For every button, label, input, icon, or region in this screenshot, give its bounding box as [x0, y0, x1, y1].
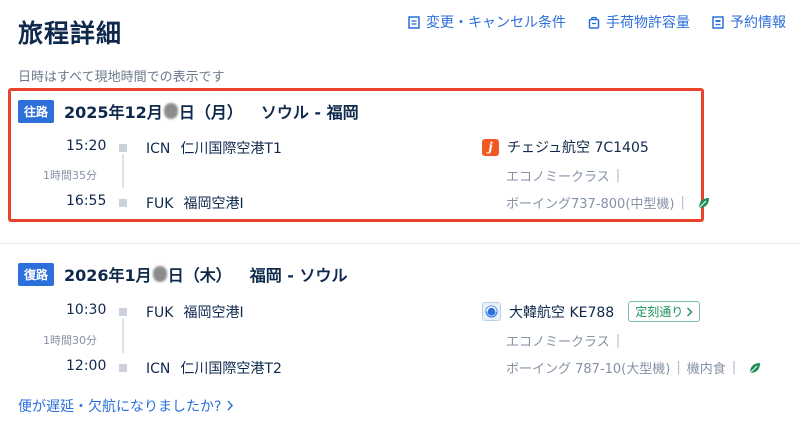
arrival-dot [119, 364, 127, 372]
ontime-label: 定刻通り [635, 305, 684, 319]
segment-divider [0, 243, 800, 244]
arrival-dot [119, 199, 127, 207]
return-arrival-airport: ICN 仁川国際空港T2 [146, 358, 282, 378]
return-cabin: エコノミークラス [506, 335, 610, 350]
redacted-mark [152, 266, 167, 282]
airport-name: 仁川国際空港T2 [180, 361, 282, 377]
return-date-prefix: 2026年1月 [64, 266, 152, 285]
change-cancel-link[interactable]: 変更・キャンセル条件 [408, 12, 566, 32]
eco-leaf-icon [698, 197, 709, 208]
outbound-cabin: エコノミークラス [506, 170, 610, 185]
return-cabin-row: エコノミークラス | [506, 331, 626, 350]
outbound-date: 2025年12月 日（月） ソウル - 福岡 [64, 99, 359, 123]
baggage-allowance-label: 手荷物許容量 [606, 15, 690, 31]
outbound-aircraft: ボーイング737-800(中型機) [506, 197, 675, 212]
timezone-note: 日時はすべて現地時間での表示です [18, 70, 225, 85]
redacted-mark [163, 103, 178, 119]
airport-code: ICN [146, 361, 171, 377]
korean-air-logo-icon [482, 302, 501, 321]
return-aircraft-row: ボーイング 787-10(大型機) | 機内食 | [506, 358, 762, 377]
departure-dot [119, 308, 127, 316]
outbound-departure-airport: ICN 仁川国際空港T1 [146, 138, 282, 158]
timeline-line [122, 154, 124, 188]
return-arrival-time: 12:00 [66, 358, 107, 374]
separator: | [615, 333, 621, 348]
return-date: 2026年1月 日（木） 福岡 - ソウル [64, 262, 348, 286]
flight-delay-link[interactable]: 便が遅延・欠航になりましたか? [18, 396, 234, 416]
airport-name: 福岡空港I [183, 196, 244, 212]
ontime-badge[interactable]: 定刻通り [628, 301, 701, 322]
eco-leaf-icon [749, 362, 761, 373]
receipt-icon [712, 15, 724, 29]
airport-code: ICN [146, 141, 171, 157]
outbound-flight-name: チェジュ航空 7C1405 [507, 140, 649, 156]
change-cancel-label: 変更・キャンセル条件 [426, 15, 566, 31]
departure-dot [119, 144, 127, 152]
booking-info-link[interactable]: 予約情報 [712, 12, 786, 32]
airport-code: FUK [146, 196, 174, 212]
outbound-duration: 1時間35分 [43, 169, 97, 182]
return-badge: 復路 [18, 262, 55, 286]
return-airline: 大韓航空 KE788 定刻通り [482, 301, 701, 322]
airport-name: 仁川国際空港T1 [180, 141, 282, 157]
separator: | [676, 360, 681, 375]
airport-code: FUK [146, 305, 174, 321]
outbound-date-suffix: 日（月） [178, 103, 243, 122]
booking-info-label: 予約情報 [730, 15, 786, 31]
jeju-air-logo-icon: j [482, 138, 499, 156]
outbound-date-prefix: 2025年12月 [64, 103, 163, 122]
outbound-badge: 往路 [18, 99, 55, 123]
chevron-right-icon [227, 400, 233, 411]
document-icon [408, 15, 420, 29]
return-departure-time: 10:30 [66, 302, 107, 318]
separator: | [731, 360, 737, 375]
outbound-arrival-time: 16:55 [66, 193, 107, 209]
outbound-segment: 往路 2025年12月 日（月） ソウル - 福岡 15:20 1時間35分 16… [18, 92, 800, 227]
outbound-aircraft-row: ボーイング737-800(中型機) | [506, 193, 711, 212]
chevron-right-icon [687, 307, 693, 316]
outbound-cabin-row: エコノミークラス | [506, 166, 626, 185]
outbound-route: ソウル - 福岡 [260, 103, 359, 122]
outbound-departure-time: 15:20 [66, 138, 107, 154]
return-departure-airport: FUK 福岡空港I [146, 302, 244, 322]
outbound-airline: j チェジュ航空 7C1405 [482, 137, 649, 157]
separator: | [615, 168, 621, 183]
page-title: 旅程詳細 [18, 19, 123, 48]
airport-name: 福岡空港I [183, 305, 244, 321]
separator: | [680, 195, 685, 210]
return-route: 福岡 - ソウル [249, 266, 348, 285]
outbound-arrival-airport: FUK 福岡空港I [146, 193, 244, 213]
return-segment: 復路 2026年1月 日（木） 福岡 - ソウル 10:30 1時間30分 12:… [18, 262, 800, 387]
header-links: 変更・キャンセル条件 手荷物許容量 予約情報 [408, 12, 786, 32]
baggage-allowance-link[interactable]: 手荷物許容量 [588, 12, 690, 32]
return-date-suffix: 日（木） [167, 266, 232, 285]
return-aircraft: ボーイング 787-10(大型機) [506, 362, 671, 377]
luggage-icon [588, 16, 600, 29]
return-flight-name: 大韓航空 KE788 [509, 304, 615, 321]
flight-delay-label: 便が遅延・欠航になりましたか? [18, 399, 222, 415]
timeline-line [122, 318, 124, 353]
return-meal: 機内食 [686, 362, 726, 377]
return-duration: 1時間30分 [43, 334, 97, 347]
